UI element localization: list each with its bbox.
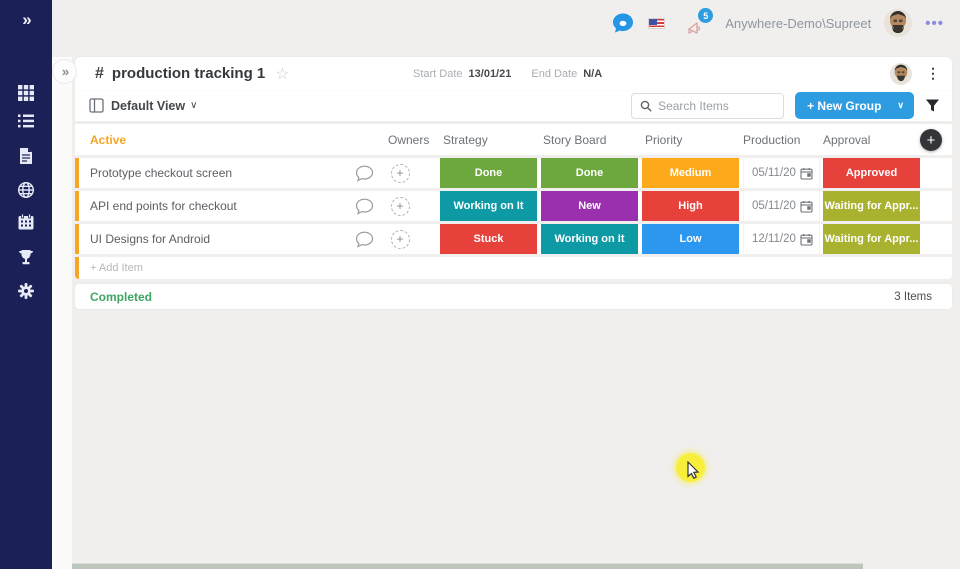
board-dates: Start Date 13/01/21 End Date N/A (413, 57, 616, 90)
completed-group-bar[interactable]: Completed 3 Items (75, 284, 952, 309)
item-name[interactable]: API end points for checkout (79, 191, 346, 221)
announcements-icon[interactable]: 5 (686, 8, 714, 37)
strategy-status-pill[interactable]: Stuck (440, 224, 537, 254)
production-date-value: 05/11/20 (752, 200, 796, 212)
table-row[interactable]: UI Designs for Android + Stuck Working o… (75, 224, 952, 254)
board-menu-icon[interactable]: ⋮ (926, 65, 940, 82)
collapse-panel-icon[interactable]: » (52, 59, 77, 84)
story-board-status-pill[interactable]: Working on It (541, 224, 638, 254)
column-header-approval[interactable]: Approval (823, 133, 870, 147)
priority-status-pill[interactable]: Low (642, 224, 739, 254)
board-toolbar: Default View ∨ + New Group ∨ (75, 90, 952, 122)
production-date-value: 05/11/20 (752, 167, 796, 179)
column-header-production[interactable]: Production (743, 133, 800, 147)
more-menu-icon[interactable]: ••• (925, 15, 944, 32)
completed-group-label[interactable]: Completed (75, 290, 152, 304)
filter-funnel-icon[interactable] (925, 98, 940, 113)
add-item-button[interactable]: + Add Item (75, 257, 952, 279)
username-label: Anywhere-Demo\Supreet (725, 15, 872, 31)
view-type-icon (89, 98, 104, 113)
end-date-label: End Date (531, 67, 578, 80)
add-owner-button[interactable]: + (382, 191, 418, 221)
new-group-chevron-icon[interactable]: ∨ (891, 100, 914, 111)
approval-status-pill[interactable]: Waiting for Appr... (823, 191, 920, 221)
production-date-cell[interactable]: 05/11/20 (743, 191, 820, 221)
column-header-priority[interactable]: Priority (645, 133, 682, 147)
search-input[interactable] (658, 98, 769, 113)
completed-items-count: 3 Items (894, 290, 932, 303)
document-icon[interactable] (17, 147, 35, 165)
calendar-picker-icon[interactable] (800, 200, 813, 213)
item-name[interactable]: Prototype checkout screen (79, 158, 346, 188)
add-owner-button[interactable]: + (382, 158, 418, 188)
strategy-status-pill[interactable]: Working on It (440, 191, 537, 221)
comment-bubble-icon[interactable] (346, 191, 382, 221)
column-header-owners[interactable]: Owners (388, 133, 429, 147)
start-date-value[interactable]: 13/01/21 (469, 68, 512, 80)
add-owner-button[interactable]: + (382, 224, 418, 254)
strategy-status-pill[interactable]: Done (440, 158, 537, 188)
mouse-cursor-icon (687, 460, 701, 480)
story-board-status-pill[interactable]: New (541, 191, 638, 221)
item-name[interactable]: UI Designs for Android (79, 224, 346, 254)
comment-bubble-icon[interactable] (346, 224, 382, 254)
search-icon (640, 100, 652, 112)
user-avatar[interactable] (884, 9, 913, 37)
table-row[interactable]: API end points for checkout + Working on… (75, 191, 952, 221)
channel-hash-icon: # (95, 64, 104, 82)
board-header: » # production tracking 1 ☆ Start Date 1… (52, 57, 952, 90)
new-group-button[interactable]: + New Group ∨ (795, 92, 914, 119)
column-header-strategy[interactable]: Strategy (443, 133, 488, 147)
trophy-icon[interactable] (17, 248, 35, 266)
globe-icon[interactable] (17, 181, 35, 199)
view-chevron-icon[interactable]: ∨ (190, 100, 197, 111)
sidebar-expand-icon[interactable]: » (0, 10, 52, 30)
board-member-avatar[interactable] (890, 62, 912, 85)
approval-status-pill[interactable]: Approved (823, 158, 920, 188)
app-sidebar: » (0, 0, 52, 569)
end-date-value[interactable]: N/A (583, 68, 602, 80)
production-date-cell[interactable]: 12/11/20 (743, 224, 820, 254)
view-selector[interactable]: Default View (111, 99, 185, 113)
production-date-value: 12/11/20 (752, 233, 796, 245)
top-bar: 5 Anywhere-Demo\Supreet ••• (52, 0, 960, 46)
notification-badge[interactable]: 5 (698, 8, 714, 23)
priority-status-pill[interactable]: High (642, 191, 739, 221)
group-name-label[interactable]: Active (90, 133, 126, 147)
approval-status-pill[interactable]: Waiting for Appr... (823, 224, 920, 254)
group-header-row: Active Owners Strategy Story Board Prior… (75, 124, 952, 155)
board-title: production tracking 1 (111, 65, 266, 82)
favorite-star-icon[interactable]: ☆ (275, 64, 289, 84)
board-card: » # production tracking 1 ☆ Start Date 1… (52, 57, 952, 279)
add-column-button[interactable]: + (920, 129, 942, 151)
collapsed-panel-edge (52, 57, 72, 569)
background-window-edge (72, 563, 863, 569)
task-list-icon[interactable] (17, 112, 35, 130)
calendar-picker-icon[interactable] (800, 167, 813, 180)
production-date-cell[interactable]: 05/11/20 (743, 158, 820, 188)
calendar-picker-icon[interactable] (800, 233, 813, 246)
new-group-label[interactable]: + New Group (795, 99, 891, 113)
column-header-story-board[interactable]: Story Board (543, 133, 606, 147)
table-row[interactable]: Prototype checkout screen + Done Done Me… (75, 158, 952, 188)
settings-gear-icon[interactable] (17, 282, 35, 300)
priority-status-pill[interactable]: Medium (642, 158, 739, 188)
language-flag-icon[interactable] (648, 17, 666, 29)
story-board-status-pill[interactable]: Done (541, 158, 638, 188)
start-date-label: Start Date (413, 67, 463, 80)
calendar-icon[interactable] (17, 213, 35, 231)
search-box[interactable] (631, 92, 785, 119)
comment-bubble-icon[interactable] (346, 158, 382, 188)
chat-bubble-icon[interactable] (611, 11, 635, 35)
apps-grid-icon[interactable] (17, 84, 35, 102)
